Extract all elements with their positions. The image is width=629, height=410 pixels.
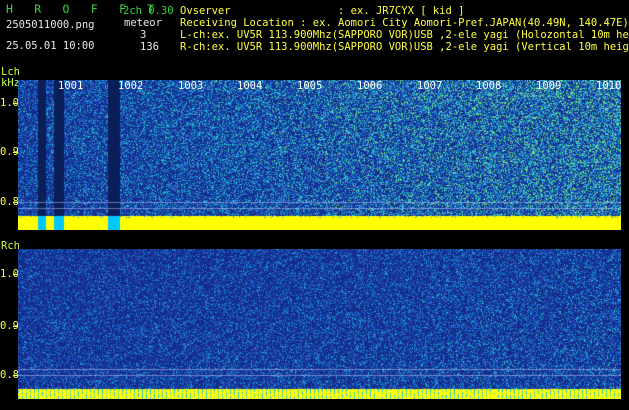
filename-label: 2505011000.png [6,19,95,31]
lch-xtick: 1001 [58,80,84,92]
version-label: 2ch 0.30 [123,5,174,17]
rch-spectrogram [18,249,621,399]
lch-meteor-count: 3 [140,29,147,41]
lch-xtick: 1008 [476,80,502,92]
location-line: Receiving Location : ex. Aomori City Aom… [180,17,629,29]
lch-xtick: 1002 [118,80,144,92]
lch-xtick: 1004 [237,80,263,92]
lch-xtick: 1003 [178,80,204,92]
datetime-label: 25.05.01 10:00 [6,40,95,52]
rch-waterfall[interactable] [18,249,621,399]
observer-line: Ovserver : ex. JR7CYX [ kid ] [180,5,465,17]
lch-description: L-ch:ex. UV5R 113.900Mhz(SAPPORO VOR)USB… [180,29,629,41]
lch-xtick: 1009 [536,80,562,92]
lch-xtick: 1006 [357,80,383,92]
rch-description: R-ch:ex. UV5R 113.900Mhz(SAPPORO VOR)USB… [180,41,629,53]
lch-xtick: 1010 [596,80,622,92]
lch-spectrogram [18,80,621,230]
lch-xtick: 1005 [297,80,323,92]
lch-waterfall[interactable] [18,80,621,230]
meteor-label: meteor [124,17,162,29]
lch-xtick: 1007 [417,80,443,92]
rch-meteor-count: 136 [140,41,159,53]
